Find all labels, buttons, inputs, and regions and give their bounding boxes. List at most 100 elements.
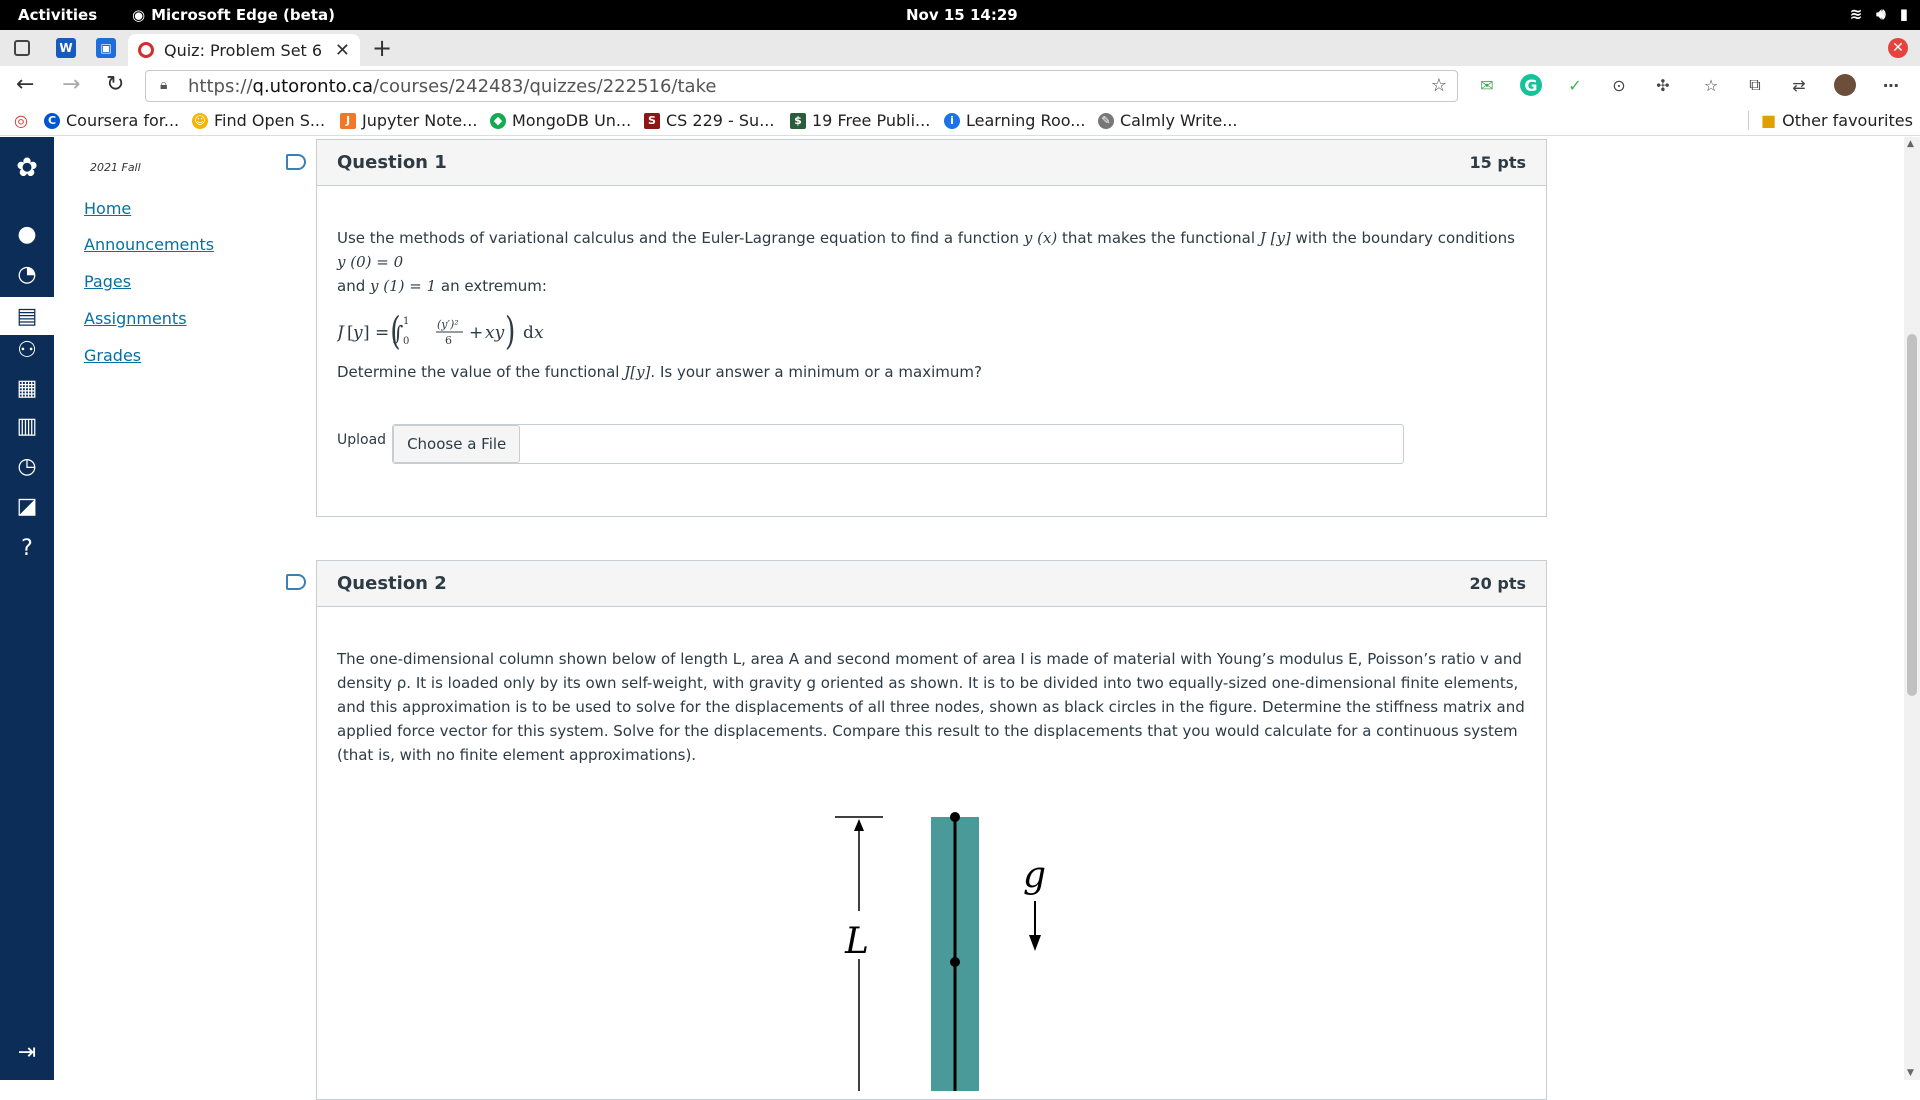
question-2-card: Question 2 20 pts The one-dimensional co… [316,560,1547,1100]
word-tab-icon[interactable]: W [56,38,76,58]
page-scrollbar[interactable]: ▲ ▼ [1904,137,1920,1080]
smiley-icon: ☺ [192,112,208,129]
stanford-icon: S [644,112,660,129]
system-tray[interactable]: ≋ 🔊︎ ▮ [1850,5,1908,23]
grammarly-icon[interactable]: G [1520,74,1542,96]
scroll-down-icon[interactable]: ▼ [1907,1068,1914,1078]
window-close-icon[interactable]: ✕ [1888,38,1908,58]
scroll-up-icon[interactable]: ▲ [1907,139,1914,149]
calendar-icon[interactable]: ▦ [12,373,42,403]
battery-icon: ▮ [1899,5,1908,23]
collections-icon[interactable]: ⧉ [1744,74,1766,96]
app-menu[interactable]: ◉ Microsoft Edge (beta) [132,6,335,24]
history-clock-icon[interactable]: ◷ [12,451,42,481]
svg-text:(y′)²: (y′)² [437,318,459,331]
activities-button[interactable]: Activities [18,6,97,24]
bookmark-coursera[interactable]: C Coursera for... [44,111,179,130]
pinned-tab-icon[interactable]: ▣ [96,38,116,58]
more-menu-icon[interactable]: ⋯ [1880,74,1902,96]
bookmark-calmly[interactable]: ✎ Calmly Write... [1098,111,1238,130]
bookmark-jupyter[interactable]: J Jupyter Note... [340,111,477,130]
collapse-nav-icon[interactable]: ⇥ [12,1037,42,1067]
length-arrowhead-up [854,819,864,831]
course-navigation: 2021 Fall Home Announcements Pages Assig… [54,137,284,1080]
app-name: Microsoft Edge (beta) [151,6,335,24]
nav-announcements[interactable]: Announcements [84,235,214,254]
groups-icon[interactable]: ⚇ [12,335,42,365]
inbox-icon[interactable]: ▥ [12,411,42,441]
functional-formula-svg: J [ y ] = ∫ 1 0 ( (y′)² 6 + xy ) d x [334,309,544,353]
gravity-label: g [1023,855,1046,896]
dollar-icon: $ [790,112,806,129]
bookmark-pin-icon[interactable]: ◎ [14,111,28,130]
extension-inbox-icon[interactable]: ✉ [1476,74,1498,96]
svg-text:J: J [337,323,345,343]
navigation-bar: ← → ↻ 🔒︎ https://q.utoronto.ca/courses/2… [0,66,1920,106]
text-run: and [337,277,370,295]
question-1-points: 15 pts [1469,153,1526,172]
bookmarks-bar: ◎ C Coursera for... ☺ Find Open S... J Jupy… [0,106,1920,136]
forward-arrow-icon[interactable]: → [62,74,80,96]
bookmark-label: Learning Roo... [966,111,1086,130]
choose-file-button[interactable]: Choose a File [393,425,521,463]
bookmark-free-publi[interactable]: $19 Free Publi... [790,111,930,130]
canvas-favicon-icon [138,42,154,58]
bookmark-mongodb[interactable]: ◆ MongoDB Un... [490,111,631,130]
other-favourites[interactable]: ■ Other favourites [1748,111,1913,130]
bookmark-find-open[interactable]: ☺ Find Open S... [192,111,325,130]
help-icon[interactable]: ? [12,533,42,563]
length-label: L [844,921,869,962]
svg-text:x: x [534,323,544,343]
nav-assignments[interactable]: Assignments [84,309,187,328]
tab-actions-icon[interactable] [14,40,30,56]
text-run: Use the methods of variational calculus … [337,229,1024,247]
account-icon[interactable]: ● [12,219,42,249]
favourites-icon[interactable]: ☆ [1700,74,1722,96]
share-icon[interactable]: ⇄ [1788,74,1810,96]
coursera-icon: C [44,112,60,129]
question-1-card: Question 1 15 pts Use the methods of var… [316,139,1547,517]
svg-text:): ) [505,309,515,352]
dashboard-icon[interactable]: ◔ [12,259,42,289]
bookmark-cs229[interactable]: S CS 229 - Su... [644,111,774,130]
nav-grades[interactable]: Grades [84,346,141,365]
lock-icon[interactable]: 🔒︎ [160,77,167,93]
flag-question-1-icon[interactable] [286,154,306,170]
other-favourites-label: Other favourites [1782,111,1913,130]
edge-icon: ◉ [132,6,146,24]
tab-title: Quiz: Problem Set 6 [164,40,323,60]
bookmark-learning-room[interactable]: i Learning Roo... [944,111,1086,130]
nav-home[interactable]: Home [84,199,131,218]
address-bar[interactable]: 🔒︎ https://q.utoronto.ca/courses/242483/… [145,70,1458,102]
svg-text:+: + [469,323,483,343]
file-upload-field[interactable]: Choose a File [392,424,1405,464]
courses-icon[interactable]: ▤ [0,297,54,335]
question-1-text: Use the methods of variational calculus … [337,226,1526,298]
extensions-puzzle-icon[interactable]: ✣ [1652,74,1674,96]
question-2-title: Question 2 [337,573,447,594]
mouse-extension-icon[interactable]: ⊙ [1608,74,1630,96]
svg-text:(: ( [390,309,400,352]
close-tab-icon[interactable]: ✕ [335,40,350,61]
new-tab-plus-icon[interactable]: + [372,36,392,60]
upload-label: Upload [337,432,387,448]
tab-quiz[interactable]: Quiz: Problem Set 6 ✕ [128,34,360,66]
question-2-header: Question 2 20 pts [317,561,1546,607]
flag-question-2-icon[interactable] [286,574,306,590]
profile-avatar[interactable] [1834,74,1856,96]
commons-icon[interactable]: ◪ [12,491,42,521]
bookmark-label: Jupyter Note... [362,111,478,130]
add-favourite-icon[interactable]: ☆ [1431,75,1447,96]
gravity-arrowhead-down [1029,935,1041,951]
clock[interactable]: Nov 15 14:29 [906,6,1018,24]
scrollbar-thumb[interactable] [1907,334,1917,696]
upload-row: Upload Choose a File [337,424,1405,464]
university-logo-icon[interactable]: ✿ [12,153,42,183]
url-host: q.utoronto.ca [252,75,373,97]
back-arrow-icon[interactable]: ← [16,74,34,96]
check-extension-icon[interactable]: ✓ [1564,74,1586,96]
reload-icon[interactable]: ↻ [106,74,124,96]
question-2-text: The one-dimensional column shown below o… [337,650,1525,764]
math-jy: J [y] [1259,229,1291,247]
nav-pages[interactable]: Pages [84,272,131,291]
